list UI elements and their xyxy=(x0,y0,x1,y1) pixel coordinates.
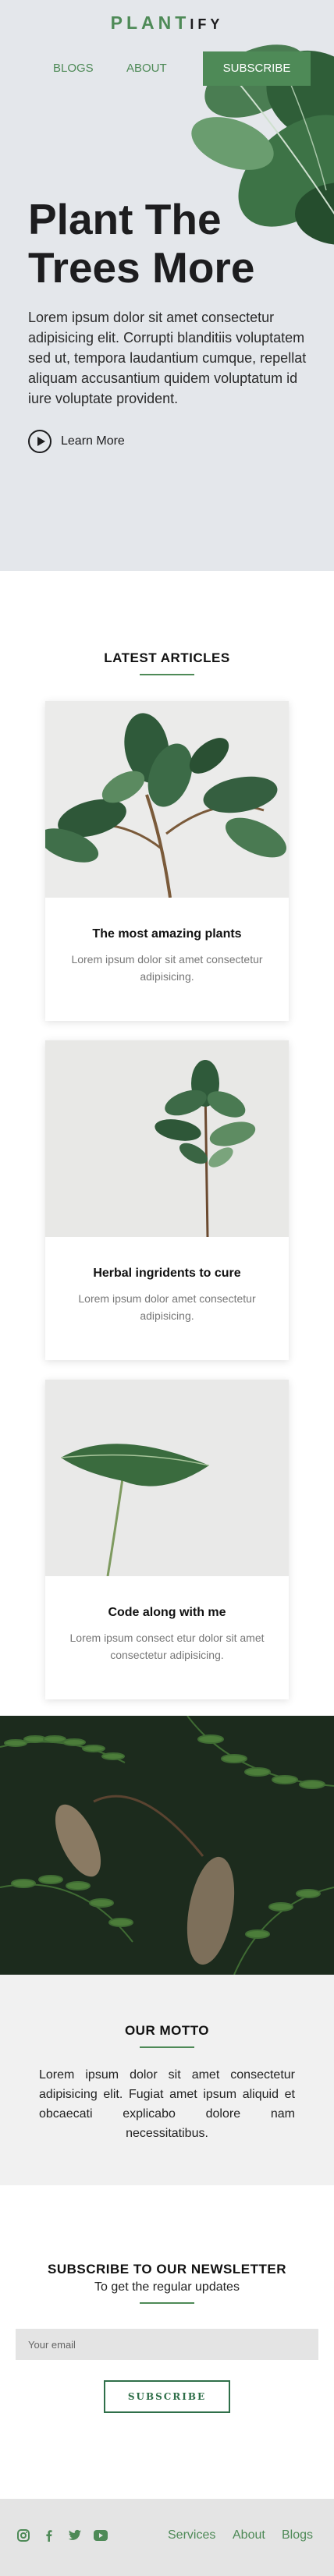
learn-more-label: Learn More xyxy=(61,434,125,448)
main-nav: BLOGS ABOUT SUBSCRIBE xyxy=(0,51,334,86)
newsletter-title: SUBSCRIBE TO OUR NEWSLETTER xyxy=(48,2262,286,2277)
nav-link-blogs[interactable]: BLOGS xyxy=(53,51,94,86)
motto-title: OUR MOTTO xyxy=(124,2023,210,2038)
youtube-icon[interactable] xyxy=(93,2528,108,2543)
article-card[interactable]: Herbal ingridents to cure Lorem ipsum do… xyxy=(45,1040,289,1360)
email-field[interactable] xyxy=(16,2329,318,2360)
article-excerpt: Lorem ipsum dolor sit amet consectetur a… xyxy=(71,953,263,983)
brand-part2: IFY xyxy=(190,16,224,32)
brand-logo[interactable]: PLANTIFY xyxy=(0,12,334,34)
latest-articles-section: LATEST ARTICLES The most amazing plants … xyxy=(0,571,334,1716)
instagram-icon[interactable] xyxy=(16,2528,31,2543)
article-card[interactable]: The most amazing plants Lorem ipsum dolo… xyxy=(45,701,289,1021)
play-icon xyxy=(28,430,52,453)
nav-link-about[interactable]: ABOUT xyxy=(126,51,167,86)
article-title[interactable]: The most amazing plants xyxy=(45,927,289,941)
hero-description: Lorem ipsum dolor sit amet consectetur a… xyxy=(28,310,307,406)
article-excerpt: Lorem ipsum consect etur dolor sit amet … xyxy=(69,1632,265,1661)
motto-section: OUR MOTTO Lorem ipsum dolor sit amet con… xyxy=(0,1975,334,2185)
title-underline xyxy=(140,2302,194,2304)
footer-link-about[interactable]: About xyxy=(233,2528,265,2542)
hero-section: PLANTIFY BLOGS ABOUT SUBSCRIBE Plant The… xyxy=(0,0,334,571)
title-underline xyxy=(140,674,194,675)
title-underline xyxy=(140,2046,194,2048)
article-image xyxy=(45,1380,289,1576)
twitter-icon[interactable] xyxy=(67,2528,83,2543)
article-excerpt: Lorem ipsum dolor amet consectetur adipi… xyxy=(78,1292,256,1322)
article-image xyxy=(45,701,289,898)
article-image xyxy=(45,1040,289,1237)
brand-part1: PLANT xyxy=(110,12,190,33)
nav-subscribe-button[interactable]: SUBSCRIBE xyxy=(203,51,311,86)
footer: Services About Blogs xyxy=(0,2499,334,2576)
tamarind-photo xyxy=(0,1716,334,1975)
footer-link-blogs[interactable]: Blogs xyxy=(282,2528,313,2542)
learn-more-button[interactable]: Learn More xyxy=(28,429,125,454)
newsletter-subscribe-button[interactable]: SUBSCRIBE xyxy=(104,2380,230,2413)
facebook-icon[interactable] xyxy=(41,2528,57,2543)
footer-link-services[interactable]: Services xyxy=(168,2528,215,2542)
article-title[interactable]: Code along with me xyxy=(45,1606,289,1620)
hero-title: Plant The Trees More xyxy=(28,195,255,292)
articles-title: LATEST ARTICLES xyxy=(104,650,230,665)
newsletter-subtitle: To get the regular updates xyxy=(94,2280,240,2294)
motto-text: Lorem ipsum dolor sit amet consectetur a… xyxy=(39,2068,295,2140)
article-title[interactable]: Herbal ingridents to cure xyxy=(45,1267,289,1281)
article-card[interactable]: Code along with me Lorem ipsum consect e… xyxy=(45,1380,289,1699)
newsletter-section: SUBSCRIBE TO OUR NEWSLETTER To get the r… xyxy=(0,2185,334,2499)
